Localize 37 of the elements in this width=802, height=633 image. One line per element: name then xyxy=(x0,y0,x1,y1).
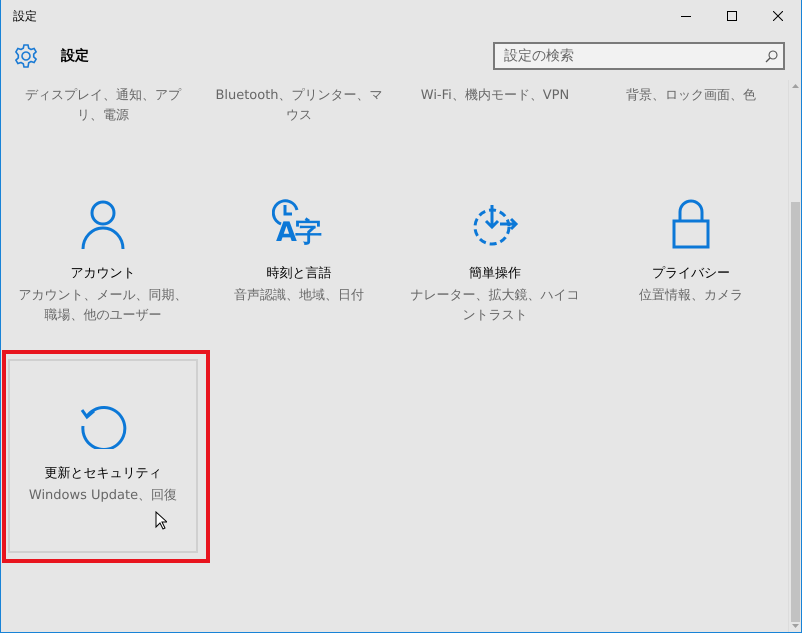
page-title: 設定 xyxy=(61,46,90,66)
tile-title: アカウント xyxy=(70,265,136,283)
tile-description: ナレーター、拡大鏡、ハイコントラスト xyxy=(410,287,580,325)
settings-tile[interactable]: 簡単操作 ナレーター、拡大鏡、ハイコントラスト xyxy=(400,159,590,353)
tile-description: Wi-Fi、機内モード、VPN xyxy=(420,87,570,105)
cursor-icon xyxy=(155,511,167,530)
lock-icon xyxy=(671,199,711,249)
scroll-thumb[interactable] xyxy=(790,202,800,622)
settings-tile[interactable]: Bluetooth、プリンター、マウス xyxy=(204,80,394,153)
tile-title: プライバシー xyxy=(652,265,730,283)
settings-icon xyxy=(13,43,39,69)
tile-description: Bluetooth、プリンター、マウス xyxy=(214,87,384,125)
scroll-up-icon[interactable] xyxy=(792,84,798,88)
tile-title: 時刻と言語 xyxy=(266,265,332,283)
settings-tile[interactable]: ディスプレイ、通知、アプリ、電源 xyxy=(8,80,198,153)
tile-description: 位置情報、カメラ xyxy=(638,287,744,305)
tile-title: 簡単操作 xyxy=(469,265,521,283)
tile-description: アカウント、メール、同期、職場、他のユーザー xyxy=(18,287,188,325)
tile-description: Windows Update、回復 xyxy=(28,487,178,505)
tile-title: 更新とセキュリティ xyxy=(44,465,162,483)
maximize-icon xyxy=(727,11,737,21)
settings-tile[interactable]: A字 時刻と言語 音声認識、地域、日付 xyxy=(204,159,394,353)
settings-tile[interactable]: プライバシー 位置情報、カメラ xyxy=(596,159,786,353)
tile-description: ディスプレイ、通知、アプリ、電源 xyxy=(24,87,182,125)
close-icon xyxy=(773,11,783,21)
search-icon xyxy=(765,50,778,63)
person-icon xyxy=(79,199,127,249)
settings-tile[interactable]: アカウント アカウント、メール、同期、職場、他のユーザー xyxy=(8,159,198,353)
tile-description: 音声認識、地域、日付 xyxy=(233,287,365,305)
settings-tile[interactable]: Wi-Fi、機内モード、VPN xyxy=(400,80,590,153)
scroll-down-icon[interactable] xyxy=(792,624,798,628)
window-title: 設定 xyxy=(12,8,38,25)
scrollbar[interactable] xyxy=(788,80,801,632)
settings-tile[interactable]: 更新とセキュリティ Windows Update、回復 xyxy=(8,359,198,553)
settings-tile[interactable]: 背景、ロック画面、色 xyxy=(596,80,786,153)
tile-description: 背景、ロック画面、色 xyxy=(625,87,757,105)
search-field[interactable]: 設定の検索 xyxy=(493,42,785,70)
